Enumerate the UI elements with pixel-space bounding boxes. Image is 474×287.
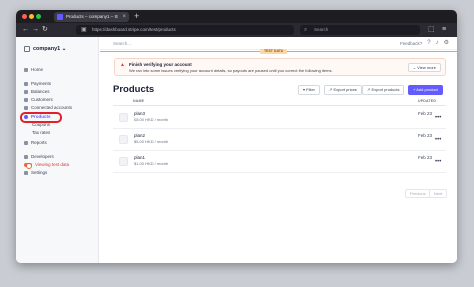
new-tab-button[interactable]: +	[134, 10, 139, 23]
product-image-icon	[119, 113, 128, 122]
forward-icon[interactable]: →	[32, 25, 39, 35]
sidebar-item-developers[interactable]: Developers	[24, 154, 54, 160]
sidebar-item-label: Payments	[31, 81, 52, 86]
browser-search-field[interactable]: ⌕ Search	[300, 25, 420, 35]
table-row[interactable]: plan2 $5.00 HKD / month Feb 23 •••	[113, 129, 446, 151]
product-updated: Feb 23	[418, 133, 433, 138]
balances-icon	[24, 90, 28, 94]
test-data-badge: TEST DATA	[260, 49, 288, 54]
sidebar-item-tax-rates[interactable]: Tax rates	[32, 130, 50, 136]
extensions-icon[interactable]: ⬚	[428, 25, 435, 35]
stripe-favicon-icon	[57, 14, 63, 20]
product-price: $5.00 HKD / month	[134, 139, 169, 144]
tab-bar: Products – company1 – Stripe × +	[16, 10, 457, 23]
sidebar-item-payments[interactable]: Payments	[24, 81, 51, 87]
close-window-button[interactable]	[22, 14, 27, 19]
browser-search-placeholder: Search	[314, 27, 329, 32]
reports-icon	[24, 141, 28, 145]
browser-window: Products – company1 – Stripe × + ← → ↻ ▣…	[16, 10, 457, 263]
sidebar-item-label: Developers	[31, 154, 54, 159]
connected-accounts-icon	[24, 106, 28, 110]
table-row[interactable]: plan3 £8.00 HKD / month Feb 23 •••	[113, 107, 446, 129]
sidebar-item-home[interactable]: Home	[24, 67, 43, 73]
tab-title: Products – company1 – Stripe	[66, 14, 118, 19]
back-icon[interactable]: ←	[22, 25, 29, 35]
product-image-icon	[119, 157, 128, 166]
sidebar-item-label: Balances	[31, 89, 50, 94]
sidebar: company1 ⌄ Home Payments Balances Custom…	[16, 37, 99, 263]
previous-page-button[interactable]: Previous	[405, 189, 431, 198]
next-page-button[interactable]: Next	[429, 189, 448, 198]
lock-icon: ▣	[81, 27, 87, 33]
table-row[interactable]: plan1 $1.00 HKD / month Feb 23 •••	[113, 151, 446, 173]
table-header-divider	[113, 105, 446, 106]
more-actions-icon[interactable]: •••	[435, 137, 441, 143]
more-actions-icon[interactable]: •••	[435, 159, 441, 165]
menu-icon[interactable]: ≡	[442, 25, 446, 35]
export-products-label: Export products	[371, 87, 400, 92]
settings-icon	[24, 171, 28, 175]
export-prices-button[interactable]: ↗ Export prices	[324, 85, 362, 95]
product-image-icon	[119, 135, 128, 144]
toggle-icon	[24, 163, 32, 169]
address-bar[interactable]: ▣ https://dashboard.stripe.com/test/prod…	[76, 25, 294, 35]
browser-tab[interactable]: Products – company1 – Stripe ×	[54, 12, 129, 22]
export-prices-label: Export prices	[333, 87, 357, 92]
gear-icon[interactable]: ⚙	[444, 40, 449, 47]
payments-icon	[24, 82, 28, 86]
sidebar-item-label: Customers	[31, 97, 53, 102]
sidebar-item-label: Viewing test data	[35, 162, 70, 167]
home-icon	[24, 68, 28, 72]
sidebar-item-settings[interactable]: Settings	[24, 170, 47, 176]
sidebar-item-label: Settings	[31, 170, 48, 175]
add-product-button[interactable]: + Add product	[408, 85, 443, 95]
filter-label: Filter	[306, 87, 316, 92]
column-header-name[interactable]: NAME	[133, 99, 144, 104]
filter-button[interactable]: ▾ Filter	[298, 85, 321, 95]
verification-alert: ▲ Finish verifying your account We ran i…	[114, 58, 446, 76]
view-more-button[interactable]: ⌄ View more	[407, 63, 441, 72]
minimize-window-button[interactable]	[29, 14, 34, 19]
annotation-highlight	[20, 112, 62, 123]
sidebar-item-label: Reports	[31, 140, 47, 145]
sidebar-item-label: Home	[31, 67, 44, 72]
stripe-dashboard: company1 ⌄ Home Payments Balances Custom…	[16, 37, 457, 263]
product-price: £8.00 HKD / month	[134, 117, 169, 122]
customers-icon	[24, 98, 28, 102]
tab-close-icon[interactable]: ×	[122, 12, 126, 22]
feedback-link[interactable]: Feedback?	[400, 40, 422, 47]
account-name: company1 ⌄	[33, 46, 67, 52]
alert-text: We ran into some issues verifying your a…	[129, 68, 333, 73]
more-actions-icon[interactable]: •••	[435, 115, 441, 121]
export-products-button[interactable]: ↗ Export products	[362, 85, 405, 95]
column-header-updated[interactable]: UPDATED	[418, 99, 436, 104]
product-price: $1.00 HKD / month	[134, 161, 169, 166]
help-icon[interactable]: ?	[427, 40, 430, 47]
warning-icon: ▲	[120, 62, 125, 68]
dashboard-search-input[interactable]: Search...	[113, 40, 131, 47]
maximize-window-button[interactable]	[36, 14, 41, 19]
sidebar-item-label: Tax rates	[32, 130, 51, 135]
topbar-actions: Feedback? ? ♪ ⚙	[400, 40, 449, 47]
bell-icon[interactable]: ♪	[436, 40, 439, 47]
search-icon: ⌕	[304, 27, 308, 33]
product-updated: Feb 23	[418, 111, 433, 116]
account-switcher[interactable]: company1 ⌄	[24, 46, 66, 52]
sidebar-item-balances[interactable]: Balances	[24, 89, 50, 95]
product-updated: Feb 23	[418, 155, 433, 160]
sidebar-item-customers[interactable]: Customers	[24, 97, 53, 103]
page-title: Products	[113, 84, 155, 95]
developers-icon	[24, 155, 28, 159]
url-text: https://dashboard.stripe.com/test/produc…	[92, 27, 176, 32]
sidebar-item-label: Connected accounts	[31, 105, 73, 110]
reload-icon[interactable]: ↻	[42, 25, 48, 35]
account-icon	[24, 46, 30, 52]
sidebar-item-connected-accounts[interactable]: Connected accounts	[24, 105, 72, 111]
browser-toolbar: ← → ↻ ▣ https://dashboard.stripe.com/tes…	[16, 23, 457, 37]
test-mode-toggle[interactable]: Viewing test data	[24, 162, 70, 169]
sidebar-item-reports[interactable]: Reports	[24, 140, 47, 146]
